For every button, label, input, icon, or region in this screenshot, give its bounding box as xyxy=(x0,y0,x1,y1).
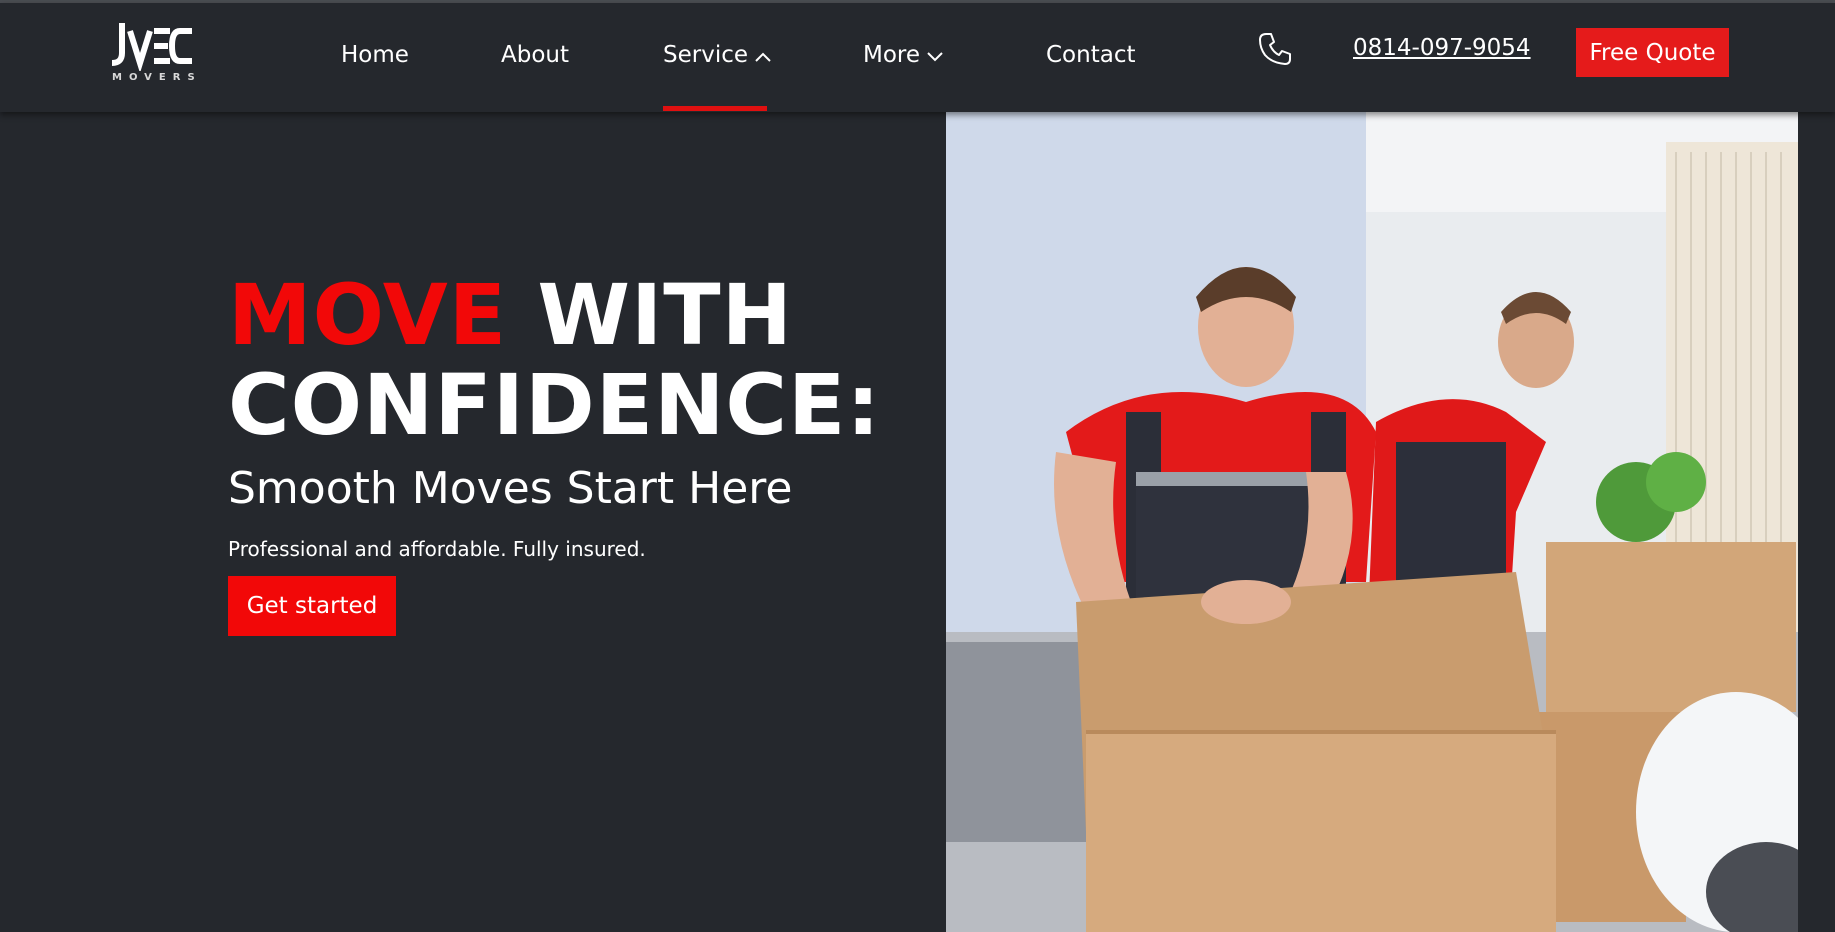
hero-image xyxy=(946,112,1798,932)
hero-title-confidence: CONFIDENCE: xyxy=(228,356,882,454)
chevron-up-icon xyxy=(754,39,772,73)
brand-logo[interactable]: MOVERS xyxy=(108,17,196,89)
get-started-button[interactable]: Get started xyxy=(228,576,396,636)
navbar: MOVERS Home About Service More Contact 0… xyxy=(0,3,1835,112)
logo-mark-icon xyxy=(111,23,192,71)
nav-service-label: Service xyxy=(663,42,749,68)
nav-service[interactable]: Service xyxy=(663,38,772,73)
hero-title: MOVE WITH CONFIDENCE: xyxy=(228,270,880,450)
logo-subtext: MOVERS xyxy=(112,72,202,83)
hero-title-highlight: MOVE xyxy=(228,266,508,364)
nav-contact[interactable]: Contact xyxy=(1046,38,1135,72)
free-quote-button[interactable]: Free Quote xyxy=(1576,28,1729,77)
nav-home[interactable]: Home xyxy=(341,38,409,72)
nav-more-label: More xyxy=(863,42,921,68)
nav-more[interactable]: More xyxy=(863,38,944,73)
chevron-down-icon xyxy=(926,39,944,73)
phone-number-link[interactable]: 0814-097-9054 xyxy=(1353,35,1531,61)
phone-icon[interactable] xyxy=(1257,31,1293,67)
nav-about[interactable]: About xyxy=(501,38,569,72)
hero-title-with: WITH xyxy=(537,266,793,364)
hero-subtitle: Smooth Moves Start Here xyxy=(228,463,793,514)
active-nav-indicator xyxy=(663,106,767,111)
hero-description: Professional and affordable. Fully insur… xyxy=(228,537,646,561)
